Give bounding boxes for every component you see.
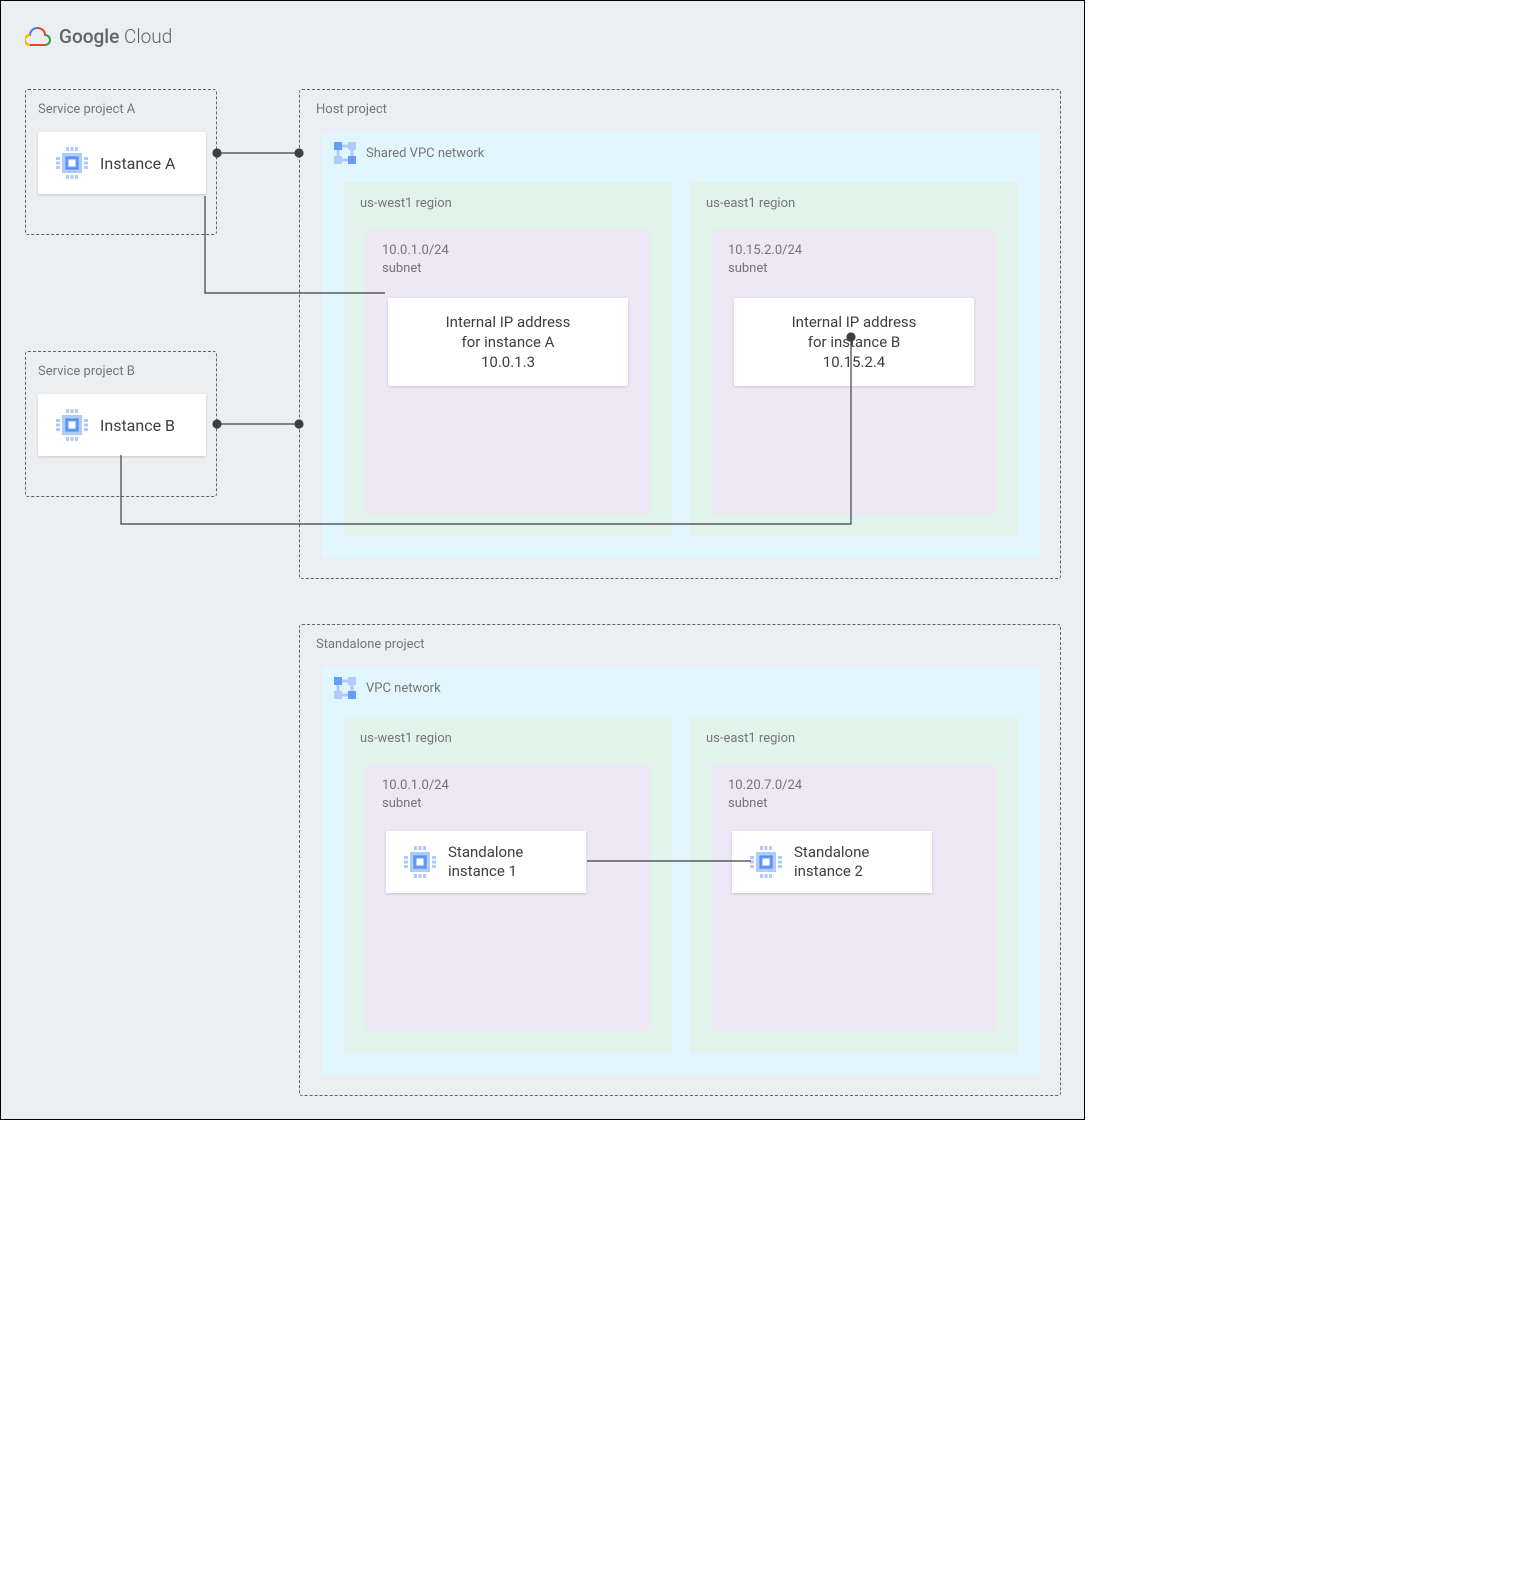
host-east-subnet-label: 10.15.2.0/24subnet	[728, 242, 802, 278]
host-west-region: us-west1 region 10.0.1.0/24subnet Intern…	[344, 182, 672, 536]
cpu-icon	[404, 846, 436, 878]
standalone-west-region: us-west1 region 10.0.1.0/24subnet Standa…	[344, 717, 672, 1053]
instance-a-card: Instance A	[38, 132, 206, 194]
standalone-east-subnet-label: 10.20.7.0/24subnet	[728, 777, 802, 813]
standalone-west-region-label: us-west1 region	[360, 731, 452, 746]
host-project: Host project Shared VPC network us-west1…	[299, 89, 1061, 579]
host-west-ip-text: Internal IP address for instance A 10.0.…	[446, 312, 571, 373]
standalone-east-region: us-east1 region 10.20.7.0/24subnet Stand…	[690, 717, 1018, 1053]
host-west-region-label: us-west1 region	[360, 196, 452, 211]
shared-vpc-network: Shared VPC network us-west1 region 10.0.…	[322, 132, 1040, 558]
network-icon	[334, 142, 356, 164]
host-west-subnet: 10.0.1.0/24subnet Internal IP address fo…	[366, 230, 650, 514]
brand-bold: Google	[59, 25, 119, 48]
cpu-icon	[56, 409, 88, 441]
standalone-instance-1-card: Standaloneinstance 1	[386, 831, 586, 893]
service-project-a: Service project A Instance A	[25, 89, 217, 235]
host-title: Host project	[316, 102, 387, 117]
host-west-ip-card: Internal IP address for instance A 10.0.…	[388, 298, 628, 386]
vpc-network: VPC network us-west1 region 10.0.1.0/24s…	[322, 667, 1040, 1075]
google-cloud-logo: Google Cloud	[25, 25, 172, 48]
host-west-subnet-label: 10.0.1.0/24subnet	[382, 242, 449, 278]
host-east-region-label: us-east1 region	[706, 196, 795, 211]
host-east-subnet: 10.15.2.0/24subnet Internal IP address f…	[712, 230, 996, 514]
host-east-ip-card: Internal IP address for instance B 10.15…	[734, 298, 974, 386]
cpu-icon	[750, 846, 782, 878]
standalone-west-subnet: 10.0.1.0/24subnet Standaloneinstance 1	[366, 765, 650, 1031]
standalone-east-subnet: 10.20.7.0/24subnet Standaloneinstance 2	[712, 765, 996, 1031]
host-east-ip-text: Internal IP address for instance B 10.15…	[792, 312, 917, 373]
host-east-region: us-east1 region 10.15.2.0/24subnet Inter…	[690, 182, 1018, 536]
vpc-label: VPC network	[366, 681, 441, 696]
instance-b-card: Instance B	[38, 394, 206, 456]
brand-light: Cloud	[124, 25, 172, 48]
service-a-title: Service project A	[38, 102, 135, 117]
standalone-instance-2-card: Standaloneinstance 2	[732, 831, 932, 893]
instance-a-label: Instance A	[100, 154, 175, 173]
shared-vpc-label: Shared VPC network	[366, 146, 484, 161]
standalone-west-subnet-label: 10.0.1.0/24subnet	[382, 777, 449, 813]
instance-b-label: Instance B	[100, 416, 175, 435]
service-b-title: Service project B	[38, 364, 135, 379]
cpu-icon	[56, 147, 88, 179]
standalone-instance-1-label: Standaloneinstance 1	[448, 843, 523, 882]
standalone-project: Standalone project VPC network us-west1 …	[299, 624, 1061, 1096]
standalone-title: Standalone project	[316, 637, 425, 652]
service-project-b: Service project B Instance B	[25, 351, 217, 497]
cloud-icon	[25, 26, 51, 48]
network-icon	[334, 677, 356, 699]
diagram-canvas: Google Cloud Service project A Instance …	[0, 0, 1085, 1120]
standalone-instance-2-label: Standaloneinstance 2	[794, 843, 869, 882]
standalone-east-region-label: us-east1 region	[706, 731, 795, 746]
